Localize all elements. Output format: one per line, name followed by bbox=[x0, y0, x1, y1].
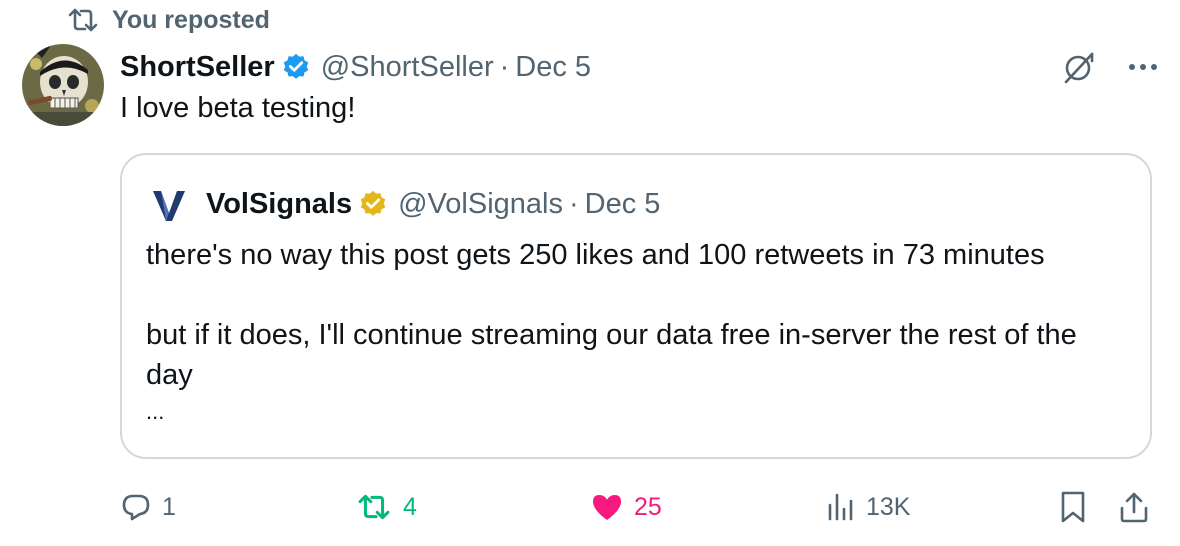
bookmark-icon bbox=[1058, 490, 1088, 524]
share-button[interactable] bbox=[1118, 484, 1150, 530]
quoted-post-date[interactable]: Dec 5 bbox=[585, 188, 661, 221]
views-button[interactable]: 13K bbox=[826, 484, 910, 530]
quoted-author-avatar[interactable] bbox=[146, 181, 192, 227]
quoted-author-name[interactable]: VolSignals bbox=[206, 188, 352, 221]
quoted-post-card[interactable]: VolSignals @VolSignals · Dec 5 there's n… bbox=[120, 153, 1152, 459]
author-handle[interactable]: @ShortSeller bbox=[321, 51, 494, 84]
post-header: ShortSeller @ShortSeller · Dec 5 bbox=[120, 44, 591, 90]
quoted-author-handle[interactable]: @VolSignals bbox=[398, 188, 563, 221]
like-count: 25 bbox=[634, 492, 662, 521]
post-text: I love beta testing! bbox=[120, 92, 356, 124]
repost-count: 4 bbox=[403, 492, 417, 521]
bookmark-button[interactable] bbox=[1058, 484, 1088, 530]
repost-banner-text: You reposted bbox=[112, 5, 270, 34]
author-avatar[interactable] bbox=[22, 44, 104, 126]
quoted-separator-dot: · bbox=[568, 187, 579, 220]
repost-icon bbox=[355, 492, 393, 522]
reply-button[interactable]: 1 bbox=[120, 484, 176, 530]
views-icon bbox=[826, 491, 856, 523]
post-top-actions bbox=[1058, 44, 1158, 90]
separator-dot: · bbox=[499, 50, 510, 83]
post-action-bar: 1 4 25 13K bbox=[120, 484, 1160, 530]
reply-count: 1 bbox=[162, 492, 176, 521]
more-icon[interactable] bbox=[1128, 62, 1158, 72]
verified-badge-icon bbox=[281, 52, 311, 82]
quoted-post-text: there's no way this post gets 250 likes … bbox=[146, 235, 1126, 429]
repost-icon bbox=[66, 6, 100, 34]
reply-icon bbox=[120, 491, 152, 523]
share-icon bbox=[1118, 490, 1150, 524]
like-heart-icon bbox=[590, 491, 624, 523]
like-button[interactable]: 25 bbox=[590, 484, 662, 530]
verified-gold-badge-icon bbox=[358, 189, 388, 219]
quoted-paragraph-1: there's no way this post gets 250 likes … bbox=[146, 239, 1045, 271]
quoted-ellipsis: ... bbox=[146, 399, 165, 424]
views-count: 13K bbox=[866, 492, 911, 521]
grok-icon[interactable] bbox=[1058, 46, 1100, 88]
repost-banner: You reposted bbox=[66, 4, 270, 36]
quoted-post-header: VolSignals @VolSignals · Dec 5 bbox=[146, 181, 660, 227]
repost-button[interactable]: 4 bbox=[355, 484, 417, 530]
author-name[interactable]: ShortSeller bbox=[120, 51, 275, 84]
post-date[interactable]: Dec 5 bbox=[515, 51, 591, 84]
quoted-paragraph-2: but if it does, I'll continue streaming … bbox=[146, 319, 1077, 391]
